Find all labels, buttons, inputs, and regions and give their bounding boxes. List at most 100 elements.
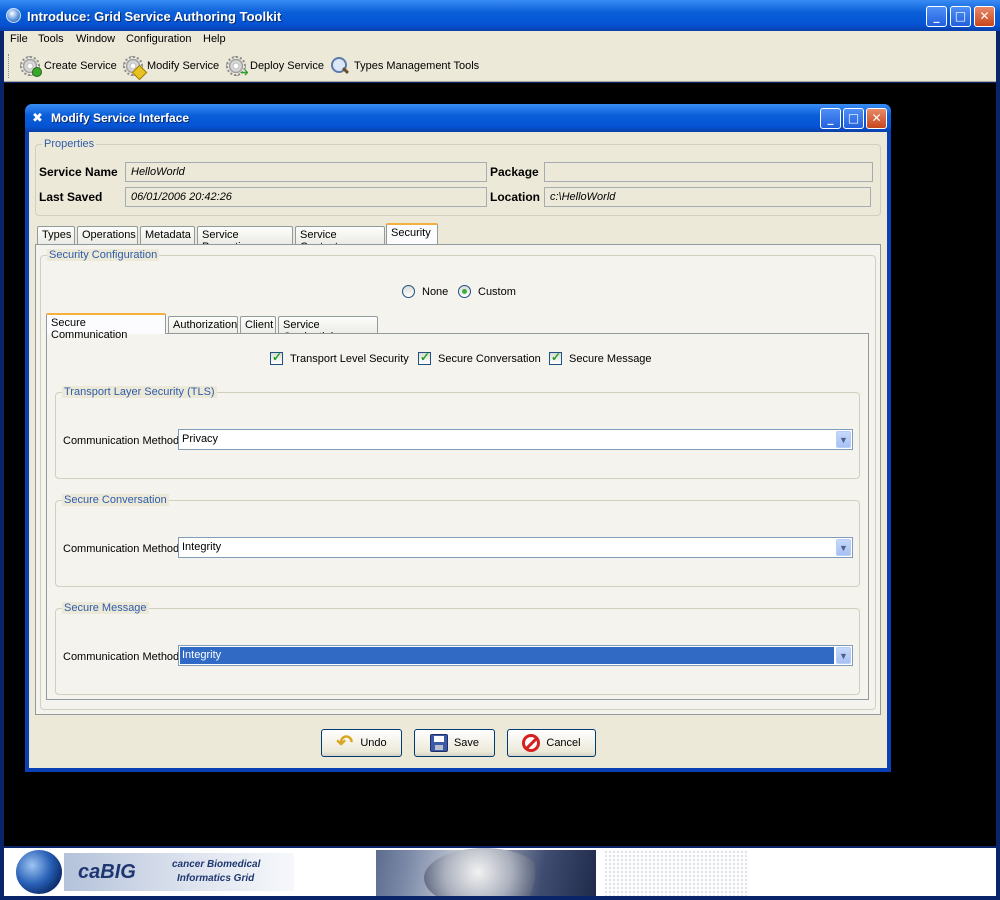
toolbar-grip[interactable] [8,54,11,78]
subtab-secure-communication[interactable]: Secure Communication [46,313,166,341]
tls-method-value: Privacy [182,433,219,445]
properties-legend: Properties [42,138,97,150]
cancel-button[interactable]: Cancel [507,729,596,757]
message-method-select[interactable]: Integrity ▼ [178,645,853,666]
secure-conversation-check[interactable] [418,350,431,365]
conversation-method-select[interactable]: Integrity ▼ [178,537,853,558]
app-window: Introduce: Grid Service Authoring Toolki… [0,0,1000,900]
location-label: Location [490,190,540,204]
tools-icon: ✖ [32,111,43,126]
globe-icon [6,8,21,23]
create-service-icon [20,56,42,77]
undo-button[interactable]: Undo [321,729,402,757]
custom-radio-label: Custom [478,285,516,298]
app-title: Introduce: Grid Service Authoring Toolki… [27,9,282,24]
modify-service-icon [123,56,143,76]
none-radio[interactable]: None [402,285,448,298]
cancel-label: Cancel [546,737,581,749]
security-configuration-legend: Security Configuration [47,249,160,261]
package-field[interactable] [544,162,873,182]
magnifier-icon [330,56,350,76]
tab-operations[interactable]: Operations [77,226,138,244]
app-title-bar[interactable]: Introduce: Grid Service Authoring Toolki… [0,0,1000,31]
tab-types[interactable]: Types [37,226,75,244]
banner-dot-pattern [604,850,749,896]
cabig-banner: caBIG cancer Biomedical Informatics Grid [4,848,996,896]
undo-icon [336,730,354,755]
menu-help[interactable]: Help [203,33,226,45]
last-saved-field[interactable]: 06/01/2006 20:42:26 [125,187,487,207]
menu-configuration[interactable]: Configuration [126,33,191,45]
save-label: Save [453,737,480,749]
undo-label: Undo [360,737,387,749]
transport-level-security-label: Transport Level Security [290,352,409,365]
menu-file[interactable]: File [10,33,28,45]
tab-security[interactable]: Security [386,223,438,244]
chevron-down-icon[interactable]: ▼ [836,431,851,448]
subtab-service-credentials[interactable]: Service Credentials [278,316,378,343]
custom-radio-button[interactable] [458,285,471,298]
secure-message-label: Secure Message [569,352,652,365]
secure-message-checkbox[interactable]: Secure Message [549,350,652,365]
secure-conversation-label: Secure Conversation [438,352,541,365]
modify-service-label: Modify Service [147,60,220,72]
tab-metadata[interactable]: Metadata [140,226,195,244]
secure-communication-panel: Transport Level Security Secure Conversa… [46,333,869,700]
types-management-button[interactable]: Types Management Tools [330,55,479,77]
tls-legend: Transport Layer Security (TLS) [62,386,217,398]
menu-tools[interactable]: Tools [38,33,64,45]
none-radio-label: None [422,285,449,298]
toolbar: Create Service Modify Service Deploy Ser… [4,49,996,82]
dialog-maximize-button[interactable]: □ [843,108,864,129]
types-management-label: Types Management Tools [354,60,480,72]
minimize-button[interactable]: _ [926,6,947,27]
close-button[interactable]: ✕ [974,6,995,27]
subtab-client[interactable]: Client [240,316,276,334]
subtab-authorization[interactable]: Authorization [168,316,238,334]
package-label: Package [490,165,539,179]
message-method-label: Communication Method [63,651,180,663]
conversation-method-value: Integrity [182,541,222,553]
service-name-field[interactable]: HelloWorld [125,162,487,182]
location-field[interactable]: c:\HelloWorld [544,187,871,207]
deploy-service-label: Deploy Service [250,60,324,72]
globe-logo-icon [16,850,62,894]
tab-service-contexts[interactable]: Service Contexts [295,226,385,253]
secure-conversation-checkbox[interactable]: Secure Conversation [418,350,541,365]
last-saved-label: Last Saved [39,190,103,204]
dialog-title: Modify Service Interface [51,111,190,125]
custom-radio[interactable]: Custom [458,285,516,298]
transport-level-security-check[interactable] [270,350,283,365]
cabig-tagline-1: cancer Biomedical [172,859,261,870]
save-icon [429,734,448,752]
dialog-title-bar[interactable]: ✖ Modify Service Interface _ □ ✕ [25,104,891,132]
tab-service-properties[interactable]: Service Properties [197,226,293,253]
secure-message-legend: Secure Message [62,602,149,614]
dialog-minimize-button[interactable]: _ [820,108,841,129]
modify-service-dialog: ✖ Modify Service Interface _ □ ✕ Propert… [25,104,891,772]
menu-window[interactable]: Window [76,33,115,45]
cabig-logo-text: caBIG [78,861,136,883]
none-radio-button[interactable] [402,285,415,298]
security-tab-panel: Security Configuration None Custom Secur… [35,244,881,715]
chevron-down-icon[interactable]: ▼ [836,539,851,556]
message-method-value: Integrity [180,647,834,664]
chevron-down-icon[interactable]: ▼ [836,647,851,664]
dialog-close-button[interactable]: ✕ [866,108,887,129]
dialog-body: Properties Service Name HelloWorld Packa… [29,132,887,768]
service-name-label: Service Name [39,165,118,179]
save-button[interactable]: Save [414,729,495,757]
secure-message-check[interactable] [549,350,562,365]
modify-service-button[interactable]: Modify Service [123,55,219,77]
deploy-service-button[interactable]: Deploy Service [226,55,324,79]
deploy-service-icon [226,56,249,79]
create-service-button[interactable]: Create Service [20,55,117,77]
secure-conversation-legend: Secure Conversation [62,494,169,506]
conversation-method-label: Communication Method [63,543,180,555]
create-service-label: Create Service [44,60,117,72]
cabig-tagline-2: Informatics Grid [177,873,255,884]
menu-bar: File Tools Window Configuration Help [4,31,996,49]
maximize-button[interactable]: □ [950,6,971,27]
tls-method-select[interactable]: Privacy ▼ [178,429,853,450]
transport-level-security-checkbox[interactable]: Transport Level Security [270,350,409,365]
